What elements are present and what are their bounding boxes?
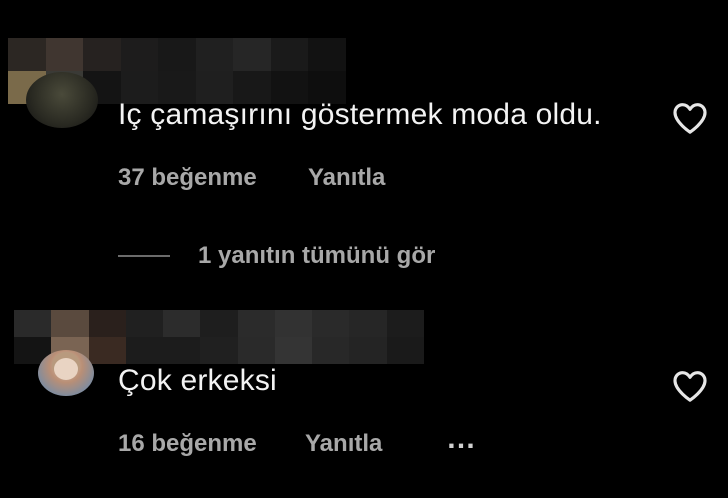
blur-pixel	[88, 310, 126, 337]
blur-pixel	[312, 337, 350, 364]
blur-pixel	[200, 337, 238, 364]
view-replies-label: 1 yanıtın tümünü gör	[198, 242, 436, 269]
avatar[interactable]	[38, 350, 94, 396]
blur-pixel	[120, 38, 159, 71]
reply-button[interactable]: Yanıtla	[308, 164, 385, 192]
blur-pixel	[163, 337, 201, 364]
like-count[interactable]: 37 beğenme	[118, 164, 257, 192]
reply-button[interactable]: Yanıtla	[305, 430, 382, 458]
heart-outline-icon[interactable]	[670, 98, 710, 138]
comment-item: Çok erkeksi 16 beğenme Yanıtla …	[0, 300, 728, 498]
divider-line	[118, 255, 170, 257]
blur-pixel	[88, 337, 126, 364]
blur-pixel	[163, 310, 201, 337]
blur-pixel	[8, 38, 46, 71]
blur-pixel	[274, 310, 313, 337]
heart-outline-icon[interactable]	[670, 366, 710, 406]
comment-text: Iç çamaşırını göstermek moda oldu.	[118, 98, 602, 131]
blur-pixel	[195, 38, 234, 71]
blur-pixel	[386, 310, 424, 337]
ellipsis-icon[interactable]: …	[446, 422, 477, 456]
blur-pixel	[349, 310, 387, 337]
blur-pixel	[233, 38, 271, 71]
blur-pixel	[270, 38, 309, 71]
view-replies-button[interactable]: 1 yanıtın tümünü gör	[118, 236, 518, 276]
blur-pixel	[237, 337, 275, 364]
blur-pixel	[158, 38, 196, 71]
blur-pixel	[386, 337, 424, 364]
like-count[interactable]: 16 beğenme	[118, 430, 257, 458]
blur-pixel	[274, 337, 313, 364]
comment-item: Iç çamaşırını göstermek moda oldu. 37 be…	[0, 0, 728, 269]
blur-pixel	[14, 310, 52, 337]
comment-text: Çok erkeksi	[118, 364, 277, 397]
blur-pixel	[200, 310, 238, 337]
avatar[interactable]	[26, 72, 98, 128]
blur-pixel	[45, 38, 84, 71]
blur-pixel	[237, 310, 275, 337]
blur-pixel	[308, 38, 346, 71]
blur-pixel	[125, 337, 164, 364]
blur-pixel	[349, 337, 387, 364]
blur-pixel	[312, 310, 350, 337]
blur-pixel	[125, 310, 164, 337]
blur-pixel	[51, 310, 89, 337]
blur-pixel	[83, 38, 121, 71]
